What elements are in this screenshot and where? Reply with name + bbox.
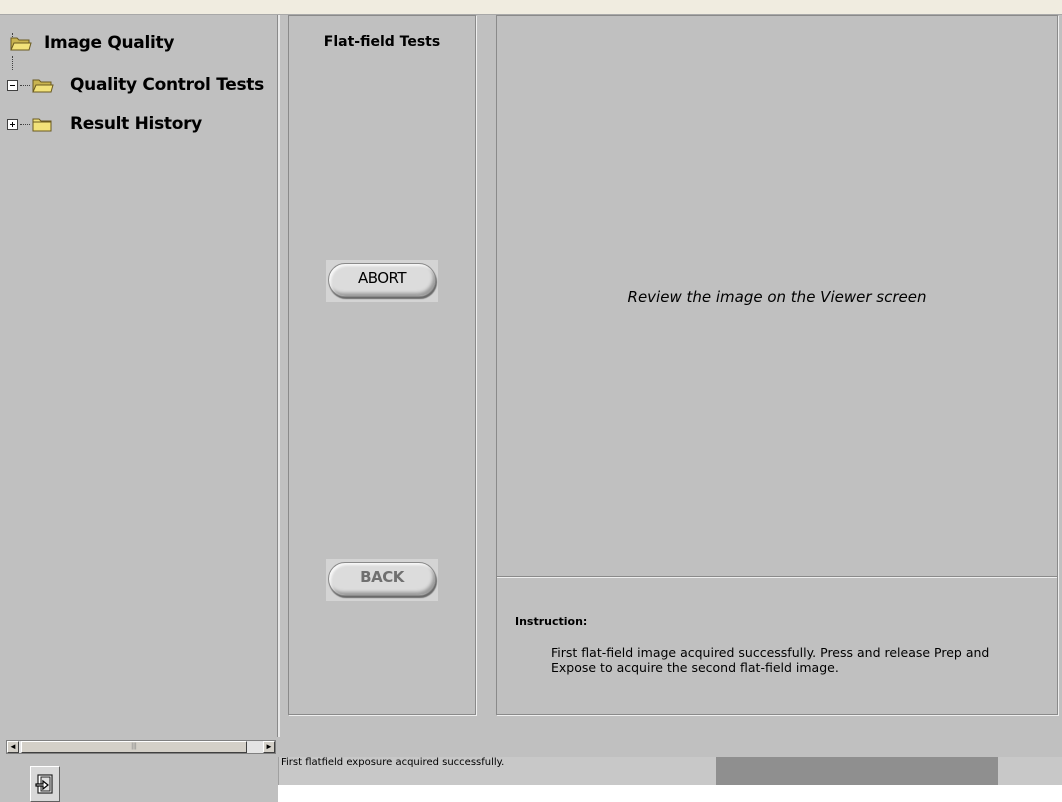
- back-button-frame: BACK: [326, 559, 438, 601]
- collapse-icon[interactable]: [7, 79, 18, 91]
- abort-button[interactable]: ABORT: [328, 263, 436, 297]
- exit-button[interactable]: [30, 766, 60, 802]
- tree-item-label: Image Quality: [44, 33, 175, 53]
- navigation-tree: Image Quality Quality Control Tests Resu…: [0, 15, 280, 737]
- tree-connector: [20, 84, 30, 86]
- viewer-panel: Review the image on the Viewer screen In…: [496, 15, 1058, 715]
- instruction-box: Instruction: First flat-field image acqu…: [497, 576, 1057, 715]
- progress-bar: [716, 757, 998, 785]
- instruction-label: Instruction:: [515, 615, 588, 628]
- expand-icon[interactable]: [7, 118, 18, 130]
- status-band: [278, 737, 1062, 757]
- top-bar: [0, 0, 1062, 15]
- panel-title: Flat-field Tests: [323, 34, 441, 50]
- exit-door-icon: [35, 774, 53, 794]
- abort-button-frame: ABORT: [326, 260, 438, 302]
- tree-item-result-history[interactable]: Result History: [7, 113, 202, 135]
- tree-connector: [12, 56, 13, 70]
- tree-item-image-quality[interactable]: Image Quality: [10, 32, 174, 54]
- closed-folder-icon: [32, 118, 52, 131]
- status-end-cell: [998, 757, 1062, 785]
- instruction-text: First flat-field image acquired successf…: [551, 645, 990, 675]
- open-folder-icon: [32, 79, 54, 92]
- scroll-right-arrow-icon[interactable]: ►: [263, 741, 275, 753]
- tree-connector: [20, 123, 30, 125]
- scroll-left-arrow-icon[interactable]: ◄: [7, 741, 19, 753]
- back-button[interactable]: BACK: [328, 562, 436, 596]
- scroll-thumb[interactable]: |||: [21, 741, 247, 753]
- tree-item-label: Result History: [70, 114, 202, 134]
- viewer-message: Review the image on the Viewer screen: [627, 288, 927, 306]
- tree-item-quality-control-tests[interactable]: Quality Control Tests: [7, 74, 264, 96]
- status-message: First flatfield exposure acquired succes…: [278, 757, 716, 785]
- status-bottom-strip: [278, 785, 1062, 802]
- test-control-panel: Flat-field Tests ABORT BACK: [288, 15, 476, 715]
- tree-horizontal-scrollbar[interactable]: ◄ ||| ►: [6, 740, 276, 754]
- tree-item-label: Quality Control Tests: [70, 75, 264, 95]
- open-folder-icon: [10, 37, 32, 50]
